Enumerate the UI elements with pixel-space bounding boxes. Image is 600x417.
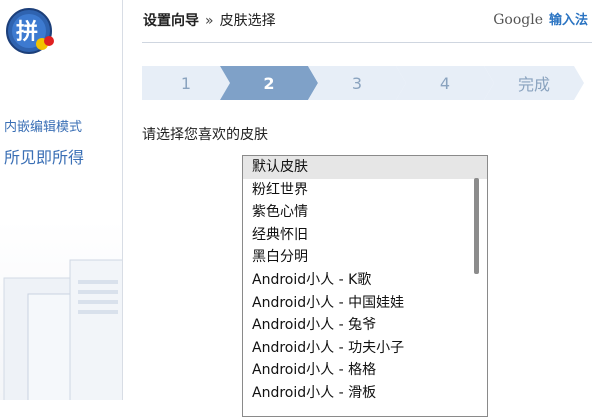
step-1: 1 [142, 66, 230, 100]
skin-item[interactable]: 经典怀旧 [243, 224, 487, 247]
step-finish-label: 完成 [517, 75, 550, 94]
breadcrumb-wizard: 设置向导 [143, 13, 199, 29]
step-4-label: 4 [439, 73, 451, 93]
skin-listbox[interactable]: 默认皮肤 粉红世界 紫色心情 经典怀旧 黑白分明 Android小人 - K歌 … [242, 155, 488, 417]
skin-item[interactable]: Android小人 - 兔爷 [243, 314, 487, 337]
brand-ime: 输入法 [548, 13, 588, 28]
header: 设置向导 » 皮肤选择 Google 输入法 [124, 0, 600, 42]
logo-char: 拼 [16, 19, 38, 45]
step-3-label: 3 [351, 73, 363, 93]
sidebar: 拼 内嵌编辑模式 所见即所得 [0, 0, 123, 400]
breadcrumb-separator: » [205, 13, 214, 29]
skin-item[interactable]: 紫色心情 [243, 201, 487, 224]
step-2-label: 2 [263, 73, 275, 93]
step-1-label: 1 [180, 73, 192, 93]
wizard-steps: 1 2 3 4 完成 [142, 66, 594, 100]
breadcrumb-current: 皮肤选择 [219, 13, 276, 29]
list-scrollbar[interactable] [474, 178, 479, 274]
breadcrumb: 设置向导 » 皮肤选择 [143, 10, 276, 30]
wysiwyg-link[interactable]: 所见即所得 [4, 144, 84, 168]
step-3: 3 [308, 66, 406, 100]
brand: Google 输入法 [493, 9, 588, 28]
skin-item[interactable]: Android小人 - K歌 [243, 269, 487, 292]
skin-item[interactable]: Android小人 - 功夫小子 [243, 337, 487, 360]
inline-edit-mode-link[interactable]: 内嵌编辑模式 [4, 116, 82, 135]
skin-item[interactable]: Android小人 - 中国娃娃 [243, 292, 487, 315]
step-4: 4 [396, 66, 494, 100]
skin-item[interactable]: Android小人 - 格格 [243, 359, 487, 382]
step-2: 2 [220, 66, 318, 100]
skin-prompt: 请选择您喜欢的皮肤 [142, 127, 268, 143]
step-finish: 完成 [484, 66, 584, 100]
skin-item[interactable]: 黑白分明 [243, 246, 487, 269]
header-divider [142, 42, 592, 43]
skin-item[interactable]: 默认皮肤 [243, 156, 487, 179]
ime-logo-icon: 拼 [4, 6, 54, 56]
monitor-illustration-icon [3, 259, 122, 400]
skin-item[interactable]: 粉红世界 [243, 179, 487, 202]
skin-item[interactable]: Android小人 - 滑板 [243, 382, 487, 405]
brand-google: Google [493, 12, 543, 28]
